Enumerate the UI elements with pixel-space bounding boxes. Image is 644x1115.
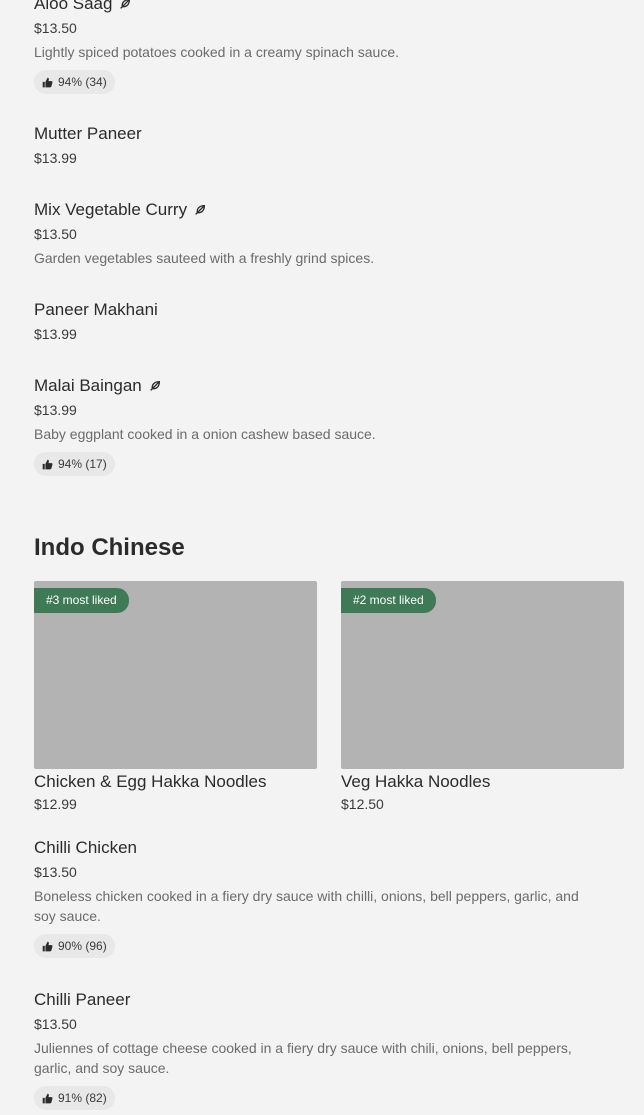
menu-item[interactable]: Chilli Chicken $13.50 Boneless chicken c…	[34, 837, 604, 958]
most-liked-tag: #3 most liked	[34, 588, 129, 613]
item-description: Boneless chicken cooked in a fiery dry s…	[34, 888, 579, 924]
item-image[interactable]: #2 most liked	[341, 581, 624, 769]
rating-text: 94% (34)	[58, 75, 107, 89]
rating-text: 90% (96)	[58, 939, 107, 953]
thumbs-up-icon	[42, 459, 53, 470]
item-description: Juliennes of cottage cheese cooked in a …	[34, 1040, 572, 1076]
featured-card[interactable]: #2 most liked Veg Hakka Noodles $12.50	[341, 581, 624, 814]
item-description: Baby eggplant cooked in a onion cashew b…	[34, 426, 376, 442]
item-price: $13.50	[34, 1016, 77, 1032]
item-name: Mix Vegetable Curry	[34, 200, 188, 219]
item-name: Malai Baingan	[34, 376, 142, 395]
leaf-icon	[193, 203, 207, 217]
card-item-name: Chicken & Egg Hakka Noodles	[34, 772, 267, 791]
leaf-icon	[118, 0, 132, 11]
card-item-price: $12.50	[341, 796, 384, 812]
menu-item[interactable]: Malai Baingan $13.99 Baby eggplant cooke…	[34, 375, 614, 476]
menu-item[interactable]: Paneer Makhani $13.99	[34, 299, 614, 344]
item-image[interactable]: #3 most liked	[34, 581, 317, 769]
leaf-icon	[148, 379, 162, 393]
rating-text: 91% (82)	[58, 1091, 107, 1105]
thumbs-up-icon	[42, 1093, 53, 1104]
rating-badge: 90% (96)	[34, 934, 115, 958]
menu-item[interactable]: Mutter Paneer $13.99	[34, 123, 614, 168]
item-name: Paneer Makhani	[34, 300, 158, 319]
thumbs-up-icon	[42, 77, 53, 88]
item-description: Lightly spiced potatoes cooked in a crea…	[34, 44, 399, 60]
menu-item[interactable]: Mix Vegetable Curry $13.50 Garden vegeta…	[34, 199, 614, 268]
item-price: $13.99	[34, 150, 77, 166]
rating-text: 94% (17)	[58, 457, 107, 471]
item-price: $13.99	[34, 326, 77, 342]
most-liked-tag: #2 most liked	[341, 588, 436, 613]
item-name: Aloo Saag	[34, 0, 113, 13]
card-item-price: $12.99	[34, 796, 77, 812]
menu-item[interactable]: Aloo Saag $13.50 Lightly spiced potatoes…	[34, 0, 614, 94]
rating-badge: 94% (34)	[34, 70, 115, 94]
item-description: Garden vegetables sauteed with a freshly…	[34, 250, 375, 266]
item-name: Chilli Chicken	[34, 838, 137, 857]
item-name: Chilli Paneer	[34, 990, 131, 1009]
section-title: Indo Chinese	[34, 534, 185, 561]
item-price: $13.50	[34, 20, 77, 36]
item-price: $13.99	[34, 402, 77, 418]
menu-item[interactable]: Chilli Paneer $13.50 Juliennes of cottag…	[34, 989, 604, 1110]
rating-badge: 91% (82)	[34, 1086, 115, 1110]
item-name: Mutter Paneer	[34, 124, 142, 143]
featured-card[interactable]: #3 most liked Chicken & Egg Hakka Noodle…	[34, 581, 317, 814]
item-price: $13.50	[34, 864, 77, 880]
item-price: $13.50	[34, 226, 77, 242]
card-item-name: Veg Hakka Noodles	[341, 772, 491, 791]
thumbs-up-icon	[42, 941, 53, 952]
rating-badge: 94% (17)	[34, 452, 115, 476]
